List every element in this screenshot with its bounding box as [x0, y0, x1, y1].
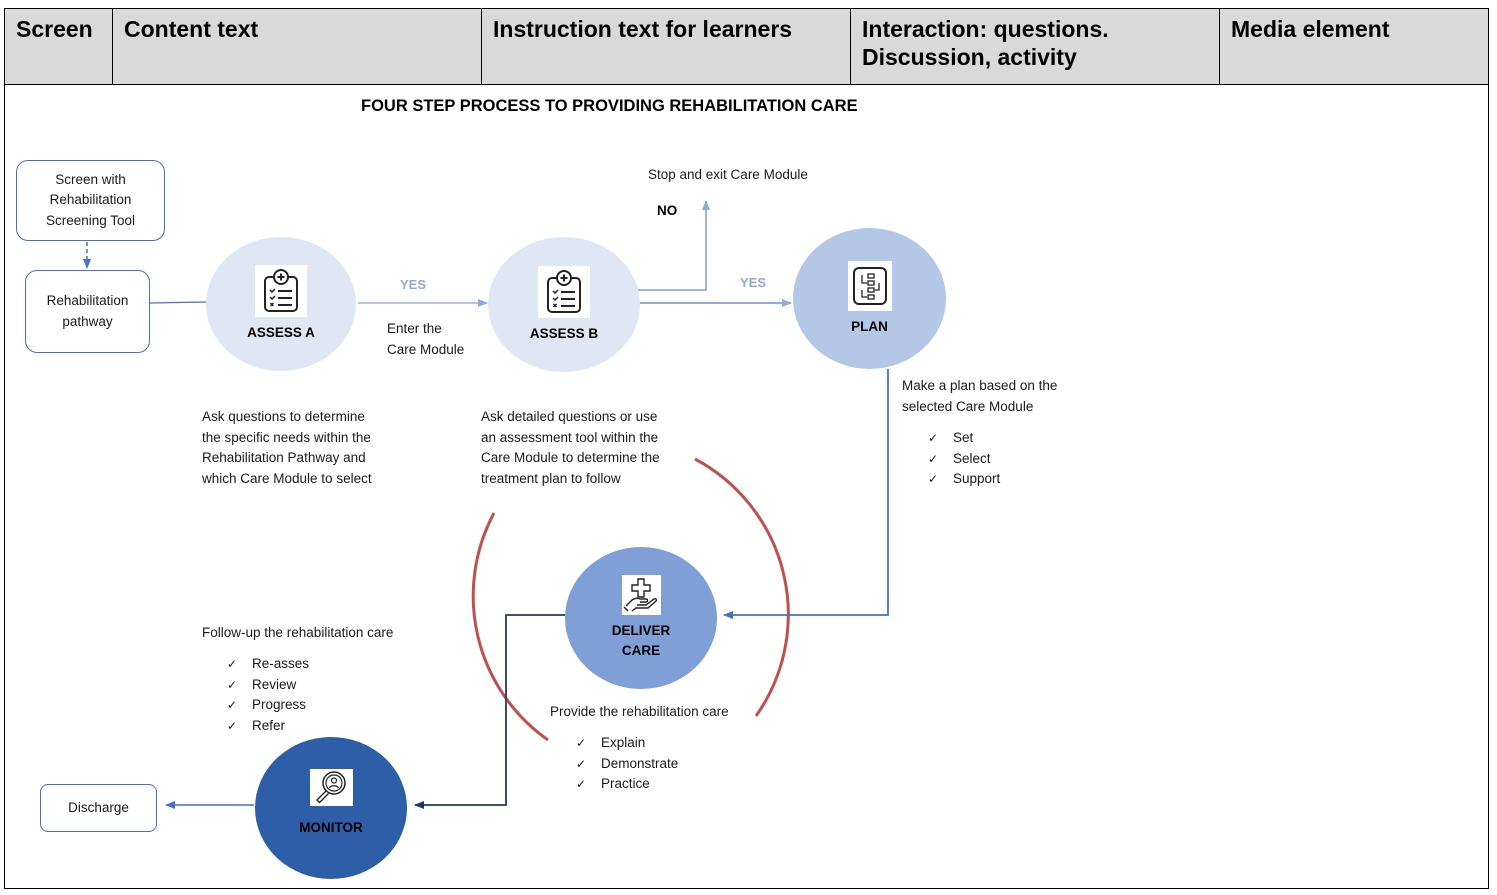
assess-a-description-line: Ask questions to determine [202, 409, 365, 424]
assess-b-description-line: an assessment tool within the [481, 429, 659, 445]
clipboard-checklist-icon [255, 265, 307, 317]
edge-label-yes-plan: YES [740, 275, 767, 290]
check-icon: ✓ [227, 718, 238, 733]
checklist-item: ✓ Support [928, 469, 1000, 490]
node-assess-a: ASSESS A [206, 237, 356, 371]
box-rehab-pathway: Rehabilitation pathway [25, 270, 150, 353]
box-screening-tool-line: Rehabilitation [49, 192, 132, 208]
assess-a-description: Ask questions to determine the specific … [202, 407, 372, 489]
node-assess-b-label: ASSESS B [529, 325, 599, 341]
monitor-description: Follow-up the rehabilitation care [202, 625, 394, 640]
plan-description-line: Make a plan based on the [902, 378, 1058, 393]
checklist-item: ✓ Practice [576, 774, 678, 795]
enter-module-text: Enter the Care Module [387, 319, 464, 360]
enter-module-line: Enter the [387, 321, 442, 336]
check-icon: ✓ [928, 451, 939, 466]
assess-b-description-line: Ask detailed questions or use [481, 409, 658, 424]
rehab-process-diagram: FOUR STEP PROCESS TO PROVIDING REHABILIT… [0, 0, 1497, 895]
check-icon: ✓ [227, 698, 238, 712]
checklist-item-label: Refer [252, 717, 286, 733]
checklist-item-label: Practice [601, 776, 650, 791]
checklist-item: ✓ Demonstrate [576, 754, 678, 775]
cycle-arc-left [471, 512, 549, 742]
box-rehab-pathway-line: Rehabilitation [46, 293, 129, 308]
diagram-title: FOUR STEP PROCESS TO PROVIDING REHABILIT… [361, 97, 858, 115]
check-icon: ✓ [227, 657, 238, 671]
clipboard-checklist-icon [538, 265, 590, 318]
plan-description: Make a plan based on the selected Care M… [902, 376, 1057, 417]
arrow-plan-to-deliver [723, 369, 889, 619]
node-deliver-care-label: DELIVER CARE [612, 621, 671, 661]
monitor-checklist: ✓ Re-asses ✓ Review ✓ Progress ✓ Refer [227, 654, 309, 736]
node-deliver-care-label-line: DELIVER [611, 623, 671, 638]
checklist-item: ✓ Re-asses [227, 654, 309, 675]
node-deliver-care: DELIVER CARE [565, 547, 717, 689]
box-screening-tool-line: Screening Tool [45, 212, 136, 228]
check-icon: ✓ [576, 736, 587, 750]
checklist-item: ✓ Refer [227, 716, 309, 737]
enter-module-line: Care Module [387, 341, 465, 357]
box-discharge-label: Discharge [68, 799, 129, 815]
checklist-item: ✓ Set [928, 428, 1000, 449]
checklist-item: ✓ Review [227, 675, 309, 696]
checklist-item-label: Demonstrate [601, 755, 679, 771]
box-discharge: Discharge [40, 784, 157, 832]
deliver-checklist: ✓ Explain ✓ Demonstrate ✓ Practice [576, 733, 678, 795]
arrow-deliver-to-monitor [414, 614, 565, 809]
magnifier-person-icon [309, 768, 353, 806]
checklist-item-label: Explain [601, 735, 646, 750]
line-pathway-to-assess-a [149, 301, 207, 304]
assess-a-description-line: Rehabilitation Pathway and [202, 450, 366, 465]
assess-a-description-line: the specific needs within the [202, 429, 371, 445]
node-assess-a-label: ASSESS A [247, 325, 315, 340]
assess-b-description-line: treatment plan to follow [481, 470, 621, 486]
hand-medical-cross-icon [621, 575, 661, 615]
box-rehab-pathway-line: pathway [62, 313, 113, 329]
checklist-item: ✓ Select [928, 449, 1000, 470]
check-icon: ✓ [928, 431, 939, 445]
edge-label-yes-enter: YES [400, 277, 427, 292]
edge-label-no: NO [657, 203, 678, 218]
node-monitor: MONITOR [255, 737, 407, 879]
checklist-item-label: Support [953, 471, 1001, 486]
deliver-description: Provide the rehabilitation care [550, 704, 729, 719]
check-icon: ✓ [227, 677, 238, 692]
node-plan: PLAN [793, 228, 946, 369]
checklist-item-label: Progress [252, 697, 307, 712]
box-screening-tool: Screen with Rehabilitation Screening Too… [16, 160, 165, 241]
node-assess-b: ASSESS B [488, 237, 640, 372]
node-deliver-care-label-line: CARE [621, 643, 661, 658]
checklist-item: ✓ Explain [576, 733, 678, 754]
checklist-item-label: Set [953, 430, 974, 445]
checklist-item-label: Re-asses [252, 656, 310, 671]
node-monitor-label: MONITOR [299, 819, 363, 835]
assess-b-description-line: Care Module to determine the [481, 450, 660, 465]
assess-b-description: Ask detailed questions or use an assessm… [481, 407, 660, 489]
checklist-item: ✓ Progress [227, 695, 309, 716]
check-icon: ✓ [576, 777, 587, 791]
node-plan-label: PLAN [851, 318, 888, 334]
check-icon: ✓ [576, 756, 587, 771]
stop-exit-text: Stop and exit Care Module [648, 167, 808, 182]
flowchart-plan-icon [847, 260, 892, 311]
plan-checklist: ✓ Set ✓ Select ✓ Support [928, 428, 1000, 490]
box-screening-tool-line: Screen with [55, 171, 126, 187]
check-icon: ✓ [928, 472, 939, 486]
plan-description-line: selected Care Module [902, 398, 1034, 414]
checklist-item-label: Review [252, 676, 297, 692]
checklist-item-label: Select [953, 450, 991, 466]
assess-a-description-line: which Care Module to select [202, 470, 372, 486]
